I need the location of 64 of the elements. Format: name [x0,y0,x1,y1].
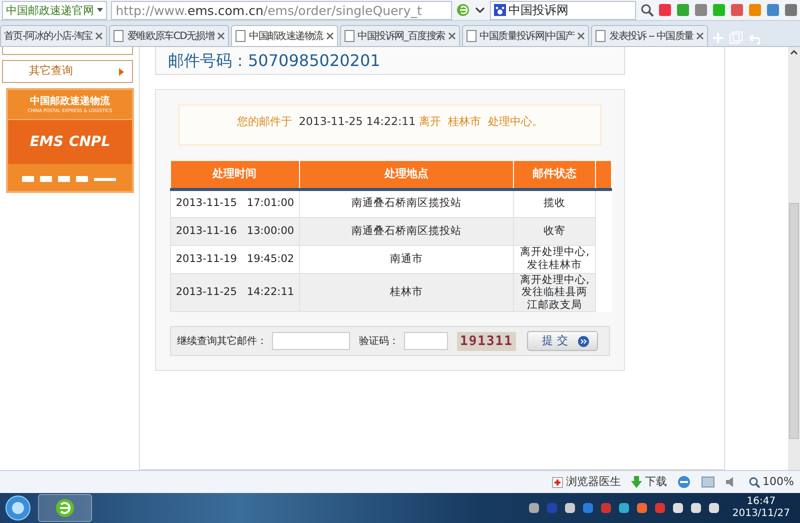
close-icon[interactable] [326,32,334,40]
submit-button[interactable]: 提交 [526,331,598,352]
scrollbar-thumb[interactable] [789,203,799,439]
captcha-label: 验证码： [359,334,399,349]
plus-icon [552,476,564,488]
caret-down-icon [96,8,103,12]
logo-brand: EMS [30,132,64,152]
captcha-input[interactable] [404,332,448,350]
search-field[interactable]: 中国投诉网 [490,0,636,20]
status-item[interactable]: 下载 [631,474,667,490]
table-cell: 2013-11-15 17:01:00 [170,189,300,217]
table-cell: 2013-11-19 19:45:02 [170,245,300,273]
logo-brand: CNPL [68,132,110,152]
page-icon [466,30,477,42]
scrollbar[interactable] [788,47,800,470]
mail-number-input[interactable] [272,332,350,350]
logo-title: 中国邮政速递物流 [30,94,110,108]
close-icon[interactable] [696,32,704,40]
search-icon[interactable] [640,3,654,17]
browser-tab[interactable]: 中国投诉网_百度搜索 [340,25,460,46]
column-header: 处理地点 [299,161,514,189]
table-cell: 桂林市 [299,273,514,312]
search-text: 中国投诉网 [508,2,568,18]
close-icon[interactable] [448,32,456,40]
column-header: 邮件状态 [514,161,596,189]
browser-tab[interactable]: 爱唯欧原车CD无损增 [109,25,230,46]
search-icon [748,476,760,488]
taskbar-clock[interactable]: 16:47 2013/11/27 [726,496,796,520]
status-notice: 您的邮件于 2013-11-25 14:22:11 离开 桂林市 处理中心。 [236,115,544,128]
browser-tab[interactable]: 首页-阿冰的小店-淘宝 [0,25,108,46]
browser-tab[interactable]: 中国质量投诉网|中国产 [462,25,590,46]
menu-item[interactable]: 其它查询 [2,60,133,83]
browser-tab[interactable]: 中国邮政速递物流 [231,25,338,46]
page-icon [113,30,124,42]
close-icon[interactable] [217,32,226,40]
table-cell: 南通叠石桥南区揽投站 [299,189,514,217]
page-icon [235,30,246,42]
double-arrow-icon [578,336,589,347]
browser-tab[interactable]: 发表投诉 -- 中国质量 [591,25,708,46]
chevron-up-icon[interactable] [788,47,800,57]
start-orb-icon[interactable] [4,494,32,522]
mail-number: 邮件号码：5070985020201 [168,52,380,68]
query-label: 继续查询其它邮件： [177,334,267,349]
caret-right-icon [119,68,124,76]
window-icon[interactable] [700,476,715,488]
taskbar-button[interactable] [38,494,92,522]
table-cell: 南通叠石桥南区揽投站 [299,217,514,245]
page-icon [595,30,606,42]
captcha-image: 191311 [457,332,516,352]
address-field[interactable]: http://www.ems.com.cn/ems/order/singleQuery_t [110,0,452,20]
zoom-control[interactable]: 100% [748,474,794,490]
table-cell: 2013-11-16 13:00:00 [170,217,300,245]
table-cell: 2013-11-25 14:22:11 [170,273,300,312]
column-header: 处理时间 [170,161,300,189]
table-cell: 南通市 [299,245,514,273]
status-item[interactable]: 浏览器医生 [552,474,622,490]
table-cell: 收寄 [514,217,596,245]
site-dropdown[interactable]: 中国邮政速递官网 [2,0,107,20]
paw-icon [494,4,506,16]
table-cell: 离开处理中心,发往临桂县两江邮政支局 [514,273,596,312]
download-icon [631,476,642,488]
close-icon[interactable] [95,32,104,40]
close-icon[interactable] [577,32,586,40]
page-icon [344,30,355,42]
